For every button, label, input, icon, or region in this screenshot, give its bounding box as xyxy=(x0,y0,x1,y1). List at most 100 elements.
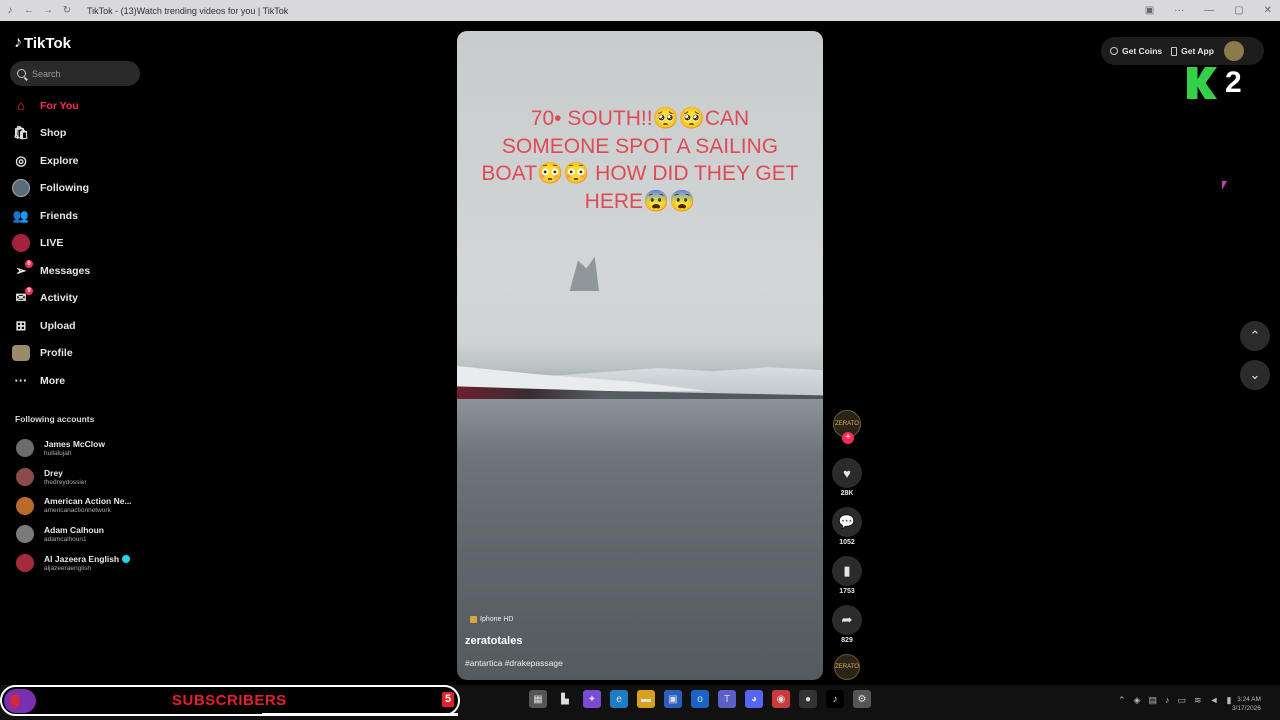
account-handle: aljazeeraenglish xyxy=(44,564,91,572)
following-account[interactable]: Drey thedreydossier xyxy=(16,463,132,492)
settings-gear-icon[interactable]: ⚙ xyxy=(853,690,871,708)
nav-messages[interactable]: ➢ 6 Messages xyxy=(12,257,90,285)
shop-bag-icon: 🛍 xyxy=(12,125,30,141)
tray-wifi-icon[interactable]: ≋ xyxy=(1194,695,1202,706)
folder-icon[interactable]: ▬ xyxy=(637,690,655,708)
k-counter-overlay: 2 xyxy=(1187,66,1242,100)
nav-live[interactable]: LIVE xyxy=(12,230,90,258)
creator-avatar[interactable]: ZERATO + xyxy=(833,410,861,444)
user-avatar[interactable] xyxy=(1223,41,1244,61)
store-icon[interactable]: ▣ xyxy=(664,690,682,708)
nav-profile[interactable]: Profile xyxy=(12,340,90,368)
nav-activity[interactable]: ✉ 9 Activity xyxy=(12,285,90,313)
sidebar: ♪ TikTok Search ⌂ For You 🛍 Shop ◎ Explo… xyxy=(0,21,150,685)
nav-explore[interactable]: ◎ Explore xyxy=(12,147,90,175)
search-input[interactable]: Search xyxy=(10,61,140,86)
nav-friends[interactable]: 👥 Friends xyxy=(12,202,90,230)
close-button[interactable]: ✕ xyxy=(1264,5,1272,16)
video-hashtags[interactable]: #antartica #drakepassage xyxy=(465,658,563,668)
sound-disc-text: ZERATO xyxy=(835,664,859,670)
logo-text: TikTok xyxy=(24,34,71,52)
get-app-button[interactable]: Get App xyxy=(1171,46,1214,56)
browser-titlebar: ♪ ← → ↻ TikTok - (13)Watch trending vide… xyxy=(0,0,1280,21)
video-username[interactable]: zeratotales xyxy=(465,635,522,647)
file-icon[interactable]: ▙ xyxy=(556,690,574,708)
copilot-icon[interactable]: ✦ xyxy=(583,690,601,708)
following-account[interactable]: American Action Ne... americanactionnetwo… xyxy=(16,491,132,520)
back-arrow-icon[interactable]: ← xyxy=(24,5,34,16)
nav-shop[interactable]: 🛍 Shop xyxy=(12,120,90,148)
bookmark-icon: ▮ xyxy=(843,563,851,578)
forward-arrow-icon[interactable]: → xyxy=(43,5,53,16)
outlook-icon[interactable]: o xyxy=(691,690,709,708)
sound-disc-icon[interactable]: ZERATO xyxy=(834,654,860,680)
account-name: American Action Ne... xyxy=(44,496,132,507)
k-logo-icon xyxy=(1187,67,1217,99)
get-coins-label: Get Coins xyxy=(1122,46,1163,56)
sidebar-toggle-icon[interactable]: ▣ xyxy=(1145,5,1154,16)
reload-icon[interactable]: ↻ xyxy=(62,5,72,16)
account-handle: hullalujah xyxy=(44,449,72,457)
taskbar-clock[interactable]: 3:24 AM 3/17/2026 xyxy=(1232,695,1261,713)
home-icon: ⌂ xyxy=(17,98,25,114)
media-icon[interactable]: ● xyxy=(799,690,817,708)
nav-label: Following xyxy=(40,182,89,195)
follow-plus-icon[interactable]: + xyxy=(842,432,854,444)
previous-video-button[interactable]: ⌃ xyxy=(1240,321,1270,351)
search-icon xyxy=(17,69,26,78)
maximize-button[interactable]: ▢ xyxy=(1234,5,1243,16)
activity-icon: ✉ 9 xyxy=(12,287,33,307)
following-account[interactable]: Al Jazeera English aljazeeraenglish xyxy=(16,549,132,578)
clock-time: 3:24 AM xyxy=(1237,696,1261,703)
nav-for-you[interactable]: ⌂ For You xyxy=(12,92,90,120)
minimize-button[interactable]: — xyxy=(1204,5,1214,16)
chevron-down-icon: ⌄ xyxy=(1249,367,1261,382)
more-options-icon[interactable]: ··· xyxy=(1174,5,1184,16)
tray-chevron-icon[interactable]: ⌃ xyxy=(1118,695,1126,706)
tray-mic-icon[interactable]: ♪ xyxy=(1165,695,1170,706)
activity-badge: 9 xyxy=(25,287,33,296)
tray-network-icon[interactable]: ▤ xyxy=(1148,695,1157,706)
share-arrow-icon: ➦ xyxy=(841,612,853,627)
following-account[interactable]: James McClow hullalujah xyxy=(16,434,132,463)
discord-icon[interactable]: ◕ xyxy=(745,690,763,708)
video-player[interactable]: 70• SOUTH!!🥺🥺CAN SOMEONE SPOT A SAILING … xyxy=(457,31,823,680)
tiktok-note-icon: ♪ xyxy=(14,34,22,51)
tray-app-icon[interactable]: ◈ xyxy=(1134,695,1141,706)
account-name: Al Jazeera English xyxy=(44,553,120,564)
nav-following[interactable]: Following xyxy=(12,175,90,203)
tray-battery-icon[interactable]: ▮ xyxy=(1226,695,1231,706)
following-account[interactable]: Adam Calhoun adamcalhoun1 xyxy=(16,520,132,549)
save-button[interactable]: ▮ xyxy=(832,556,862,586)
tray-display-icon[interactable]: ▭ xyxy=(1177,695,1186,706)
edge-icon[interactable]: e xyxy=(610,690,628,708)
nav-label: Messages xyxy=(40,264,91,277)
nav-upload[interactable]: ⊞ Upload xyxy=(12,312,90,340)
main-nav: ⌂ For You 🛍 Shop ◎ Explore Following 👥 F… xyxy=(12,92,90,395)
next-video-button[interactable]: ⌄ xyxy=(1240,360,1270,390)
channel-avatar xyxy=(4,689,36,713)
search-placeholder: Search xyxy=(32,68,61,79)
mouse-cursor-icon xyxy=(1222,181,1227,190)
comment-count: 1052 xyxy=(839,539,855,546)
upload-icon: ⊞ xyxy=(15,317,27,333)
share-count: 829 xyxy=(841,637,853,644)
taskbar-apps: ⊞ ⌕ ▦ ▙ ✦ e ▬ ▣ o T ◕ ◉ ● ♪ ⚙ xyxy=(395,690,871,708)
recorder-icon[interactable]: ◉ xyxy=(772,690,790,708)
verified-badge-icon xyxy=(122,555,131,564)
teams-icon[interactable]: T xyxy=(718,690,736,708)
nav-label: Activity xyxy=(40,292,78,305)
comment-button[interactable]: 💬 xyxy=(832,507,862,537)
share-button[interactable]: ➦ xyxy=(832,605,862,635)
tiktok-logo[interactable]: ♪ TikTok xyxy=(14,34,71,52)
nav-label: Shop xyxy=(40,127,67,140)
tray-volume-icon[interactable]: ◄ xyxy=(1210,695,1219,706)
like-button[interactable]: ♥ xyxy=(832,458,862,488)
get-coins-button[interactable]: Get Coins xyxy=(1110,46,1162,56)
device-label: Iphone HD xyxy=(470,616,513,623)
more-dots-icon: ··· xyxy=(14,373,28,389)
tiktok-app-icon[interactable]: ♪ xyxy=(826,690,844,708)
nav-label: Upload xyxy=(40,319,76,332)
widgets-icon[interactable]: ▦ xyxy=(529,690,547,708)
nav-more[interactable]: ··· More xyxy=(12,367,90,395)
